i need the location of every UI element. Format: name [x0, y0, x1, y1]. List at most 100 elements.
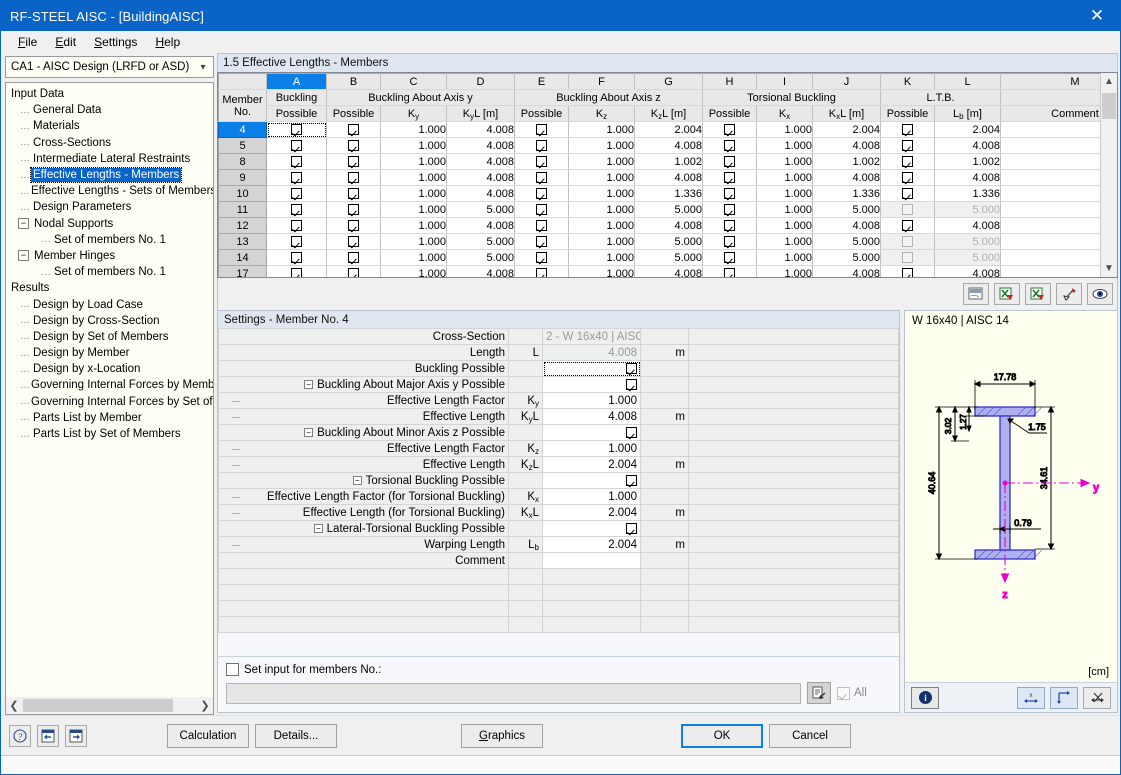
next-panel-icon[interactable] — [65, 724, 87, 747]
sidebar-item-effective-lengths-members[interactable]: … Effective Lengths - Members — [9, 167, 213, 184]
cell-comment[interactable] — [1000, 249, 1100, 266]
sidebar-item-set-of-members-no-1[interactable]: … Set of members No. 1 — [9, 232, 213, 248]
cell-lb[interactable]: 1.336 — [934, 185, 1001, 202]
column-header-H[interactable]: H — [702, 73, 757, 90]
checkbox-icon[interactable] — [536, 124, 547, 136]
checkbox-icon[interactable] — [291, 124, 302, 136]
checkbox-icon[interactable] — [291, 268, 302, 277]
cell-checkbox[interactable] — [514, 153, 569, 170]
sidebar-item-cross-sections[interactable]: … Cross-Sections — [9, 135, 213, 151]
cell-checkbox[interactable] — [880, 153, 935, 170]
cell-checkbox[interactable] — [326, 153, 381, 170]
cell-kx[interactable]: 1.000 — [756, 153, 813, 170]
settings-row[interactable]: − Buckling About Major Axis y Possible — [218, 376, 899, 393]
settings-value[interactable]: 4.008 — [542, 344, 641, 361]
scroll-down-icon[interactable]: ▼ — [1104, 260, 1114, 277]
table-row[interactable]: 10 1.000 4.008 1.000 1.336 1.000 1.336 1.336 — [218, 185, 1100, 202]
cell-comment[interactable] — [1000, 185, 1100, 202]
settings-row[interactable]: Warping Length Lb 2.004 m — [218, 536, 899, 553]
design-case-combo[interactable]: CA1 - AISC Design (LRFD or ASD) ▾ — [5, 56, 214, 78]
cell-checkbox[interactable] — [702, 265, 757, 277]
cell-kx[interactable]: 1.000 — [756, 185, 813, 202]
settings-row[interactable] — [218, 584, 899, 601]
settings-expander-icon[interactable]: − — [352, 475, 362, 485]
cell-checkbox[interactable] — [326, 217, 381, 234]
checkbox-icon[interactable] — [902, 172, 913, 184]
column-header-K[interactable]: K — [880, 73, 935, 90]
cell-kz[interactable]: 1.000 — [568, 249, 635, 266]
cell-checkbox[interactable] — [702, 137, 757, 154]
cell-kx[interactable]: 1.000 — [756, 217, 813, 234]
checkbox-icon[interactable] — [724, 268, 735, 277]
settings-row[interactable]: Buckling Possible — [218, 360, 899, 377]
cell-checkbox[interactable] — [514, 121, 569, 138]
checkbox-icon[interactable] — [348, 188, 359, 200]
checkbox-icon[interactable] — [348, 156, 359, 168]
details-button[interactable]: Details... — [255, 723, 337, 748]
checkbox-icon[interactable] — [724, 140, 735, 152]
cell-checkbox[interactable] — [266, 249, 327, 266]
tree-expander-icon[interactable]: − — [18, 250, 29, 262]
settings-checkbox-cell[interactable] — [542, 520, 641, 537]
dimension-vertical-icon[interactable] — [1050, 686, 1078, 709]
cell-kyl[interactable]: 4.008 — [446, 137, 515, 154]
settings-row[interactable]: Effective Length KzL 2.004 m — [218, 456, 899, 473]
cell-checkbox[interactable] — [326, 137, 381, 154]
checkbox-icon[interactable] — [536, 236, 547, 248]
table-row[interactable]: 12 1.000 4.008 1.000 4.008 1.000 4.008 4.008 — [218, 217, 1100, 234]
cell-kxl[interactable]: 4.008 — [812, 137, 881, 154]
settings-expander-icon[interactable]: − — [313, 523, 323, 533]
settings-row[interactable]: Comment — [218, 552, 899, 569]
settings-value[interactable]: 4.008 — [542, 408, 641, 425]
table-row[interactable]: 4 1.000 4.008 1.000 2.004 1.000 2.004 2.004 — [218, 121, 1100, 138]
cell-ky[interactable]: 1.000 — [380, 185, 447, 202]
cell-checkbox[interactable] — [880, 265, 935, 277]
checkbox-icon[interactable] — [724, 156, 735, 168]
table-row[interactable]: 14 1.000 5.000 1.000 5.000 1.000 5.000 5.000 — [218, 249, 1100, 266]
cell-comment[interactable] — [1000, 137, 1100, 154]
settings-expander-icon[interactable]: − — [304, 379, 314, 389]
cell-kzl[interactable]: 5.000 — [634, 201, 703, 218]
settings-value[interactable]: 1.000 — [542, 440, 641, 457]
menu-item-edit[interactable]: Edit — [46, 33, 85, 51]
sidebar-item-materials[interactable]: … Materials — [9, 118, 213, 134]
settings-checkbox-cell[interactable] — [542, 424, 641, 441]
cell-checkbox[interactable] — [326, 169, 381, 186]
settings-row[interactable]: − Lateral-Torsional Buckling Possible — [218, 520, 899, 537]
cell-kz[interactable]: 1.000 — [568, 265, 635, 277]
checkbox-icon[interactable] — [291, 140, 302, 152]
cell-lb[interactable]: 4.008 — [934, 217, 1001, 234]
cell-comment[interactable] — [1000, 169, 1100, 186]
cell-lb[interactable]: 5.000 — [934, 249, 1001, 266]
cell-kz[interactable]: 1.000 — [568, 137, 635, 154]
checkbox-icon[interactable] — [536, 156, 547, 168]
graphics-button[interactable]: Graphics — [461, 723, 543, 748]
checkbox-icon[interactable] — [291, 204, 302, 216]
checkbox-icon[interactable] — [626, 362, 637, 374]
cell-kzl[interactable]: 5.000 — [634, 233, 703, 250]
scroll-right-icon[interactable]: ❯ — [197, 699, 213, 712]
cell-kz[interactable]: 1.000 — [568, 217, 635, 234]
cell-kz[interactable]: 1.000 — [568, 153, 635, 170]
sidebar-item-nodal-supports[interactable]: − Nodal Supports — [9, 216, 213, 232]
cell-lb[interactable]: 2.004 — [934, 121, 1001, 138]
cell-checkbox[interactable] — [514, 233, 569, 250]
sidebar-item-design-by-set-of-members[interactable]: … Design by Set of Members — [9, 329, 213, 345]
cell-kx[interactable]: 1.000 — [756, 169, 813, 186]
cell-checkbox[interactable] — [266, 121, 327, 138]
checkbox-icon[interactable] — [536, 140, 547, 152]
settings-checkbox-cell[interactable] — [542, 472, 641, 489]
import-excel-down-icon[interactable] — [1025, 283, 1051, 305]
checkbox-icon[interactable] — [626, 474, 637, 486]
menu-item-settings[interactable]: Settings — [85, 33, 146, 51]
cell-kzl[interactable]: 4.008 — [634, 265, 703, 277]
settings-value[interactable]: 2.004 — [542, 504, 641, 521]
cell-checkbox[interactable] — [702, 201, 757, 218]
cell-checkbox[interactable] — [702, 153, 757, 170]
tree-expander-icon[interactable]: − — [18, 218, 29, 230]
cell-kxl[interactable]: 5.000 — [812, 233, 881, 250]
cell-kxl[interactable]: 4.008 — [812, 169, 881, 186]
info-icon[interactable]: i — [911, 686, 939, 709]
column-header-F[interactable]: F — [568, 73, 635, 90]
hscroll-thumb[interactable] — [23, 699, 173, 712]
